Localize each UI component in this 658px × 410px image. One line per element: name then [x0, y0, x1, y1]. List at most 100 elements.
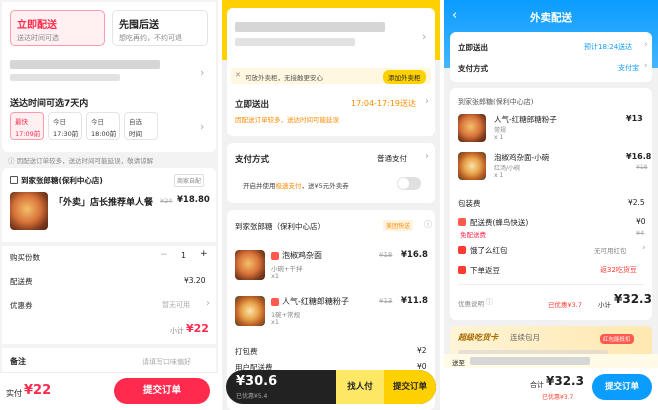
send-to-label: 送至	[452, 359, 465, 367]
chevron-right-icon[interactable]: ›	[200, 66, 204, 79]
remark-input[interactable]: 请填写口味偏好	[142, 357, 191, 367]
shop-icon	[10, 176, 18, 184]
qty-value[interactable]: 1	[181, 251, 186, 260]
pay-method-value[interactable]: 普通支付	[377, 153, 407, 164]
shop-name[interactable]: 到家张郎糖（保利中心店）	[235, 221, 325, 232]
find-pay-button[interactable]: 找人付	[336, 370, 384, 404]
address-blurred[interactable]	[10, 60, 160, 69]
time-slot-line1: 今日	[53, 118, 66, 126]
pack-fee-value: ¥2.5	[628, 198, 645, 207]
time-slot[interactable]: 今日 17:30前	[48, 112, 82, 140]
red-packet-chevron-icon[interactable]: ›	[642, 243, 646, 253]
item-image	[235, 296, 265, 326]
time-title: 送达时间可选7天内	[10, 99, 89, 109]
address-blurred-2	[235, 38, 355, 46]
item-old-price: ¥18	[636, 164, 648, 171]
item-qty: x 1	[494, 172, 504, 179]
item-name: 「外卖」店长推荐单人餐	[54, 198, 154, 208]
delay-notice: ⓘ 因配送订单较多，送达时间可能延误，敬请谅解	[8, 155, 153, 165]
chevron-right-icon[interactable]: ›	[422, 30, 426, 43]
time-slot-line2: 18:00前	[91, 130, 117, 138]
close-icon[interactable]: ✕	[235, 71, 241, 79]
question-icon[interactable]: ⓘ	[486, 297, 493, 307]
deliver-note: 因配送订单较多，送达时间可能延误	[235, 116, 339, 124]
qty-label: 购买份数	[10, 253, 40, 262]
checkout-bar: 实付 ¥22 提交订单	[0, 372, 218, 410]
submit-order-button[interactable]: 提交订单	[114, 378, 210, 404]
banner-sub: 连续包月	[510, 333, 540, 342]
option-immediate-sub: 送达时间可选	[17, 34, 59, 42]
subtotal-value: ¥32.3	[614, 292, 652, 306]
item-price: ¥18.80	[177, 195, 210, 205]
slots-chevron-icon[interactable]: ›	[200, 120, 204, 133]
fee-label: 配送费(蜂鸟快送)	[470, 218, 529, 227]
discount-label[interactable]: 优惠说明	[458, 298, 484, 308]
red-packet-value[interactable]: 无可用红包	[594, 245, 627, 255]
divider	[458, 284, 644, 285]
pack-fee-value: ¥2	[417, 346, 427, 355]
time-slot-line1: 今日	[91, 118, 104, 126]
return-value: 返32吃货豆	[600, 266, 637, 274]
quick-pay-text: 开启并使用极速支付，送¥5元外卖券	[243, 180, 349, 190]
shop-name[interactable]: 到家张郎糖(保利中心店)	[21, 175, 103, 186]
subtotal-label: 小计	[170, 327, 184, 335]
item-name: 人气-红糖郎糖粉子	[282, 297, 349, 306]
banner-badge: 红包能抵扣	[600, 334, 634, 344]
item-name: 泡椒鸡杂面-小碗	[494, 153, 550, 162]
info-icon: ⓘ	[8, 157, 15, 165]
item-price: ¥13	[626, 114, 643, 123]
pay-method-label: 支付方式	[235, 155, 270, 165]
time-slot[interactable]: 自选 时间	[124, 112, 158, 140]
shop-tag: 商家自配	[174, 174, 205, 187]
address-blurred[interactable]	[235, 22, 385, 32]
info-icon[interactable]: ⓘ	[424, 219, 432, 230]
item-image	[458, 152, 486, 180]
send-to-bar: 送至	[444, 354, 658, 368]
qty-minus-button[interactable]: −	[160, 250, 168, 260]
deliver-time[interactable]: 17:04-17:19送达	[351, 98, 416, 109]
panel-meituan: › ✕ 可放外卖柜，无接触更安心 添加外卖柜 立即送出 17:04-17:19送…	[222, 0, 440, 410]
pay-method-value[interactable]: 支付宝	[618, 63, 639, 73]
shop-name[interactable]: 到家张郎糖(保利中心店)	[458, 97, 533, 107]
divider	[2, 344, 216, 348]
deliver-time[interactable]: 预计18:24送达	[584, 42, 632, 52]
item-image	[10, 192, 48, 230]
fee-value: ¥0	[636, 217, 646, 226]
add-locker-button[interactable]: 添加外卖柜	[383, 70, 426, 84]
deliver-chevron-icon[interactable]: ›	[644, 40, 648, 50]
quick-pay-toggle[interactable]	[397, 177, 421, 190]
time-slot[interactable]: 今日 18:00前	[86, 112, 120, 140]
coupon-label: 优惠券	[10, 301, 33, 310]
quick-pay-highlight: 极速支付	[275, 182, 302, 190]
fee-value: ¥3.20	[184, 276, 206, 285]
coupon-value[interactable]: 暂无可用	[162, 300, 190, 310]
time-slot-line1: 自选	[129, 118, 142, 126]
pay-chevron-icon[interactable]: ›	[644, 61, 648, 71]
option-preorder[interactable]: 先囤后送 想吃再约，不约可退	[112, 10, 208, 46]
item-price: ¥16.8	[401, 250, 428, 260]
submit-order-button[interactable]: 提交订单	[384, 370, 436, 404]
delay-notice-text: 因配送订单较多，送达时间可能延误，敬请谅解	[16, 157, 154, 165]
coupon-chevron-icon[interactable]: ›	[206, 298, 210, 309]
time-slot[interactable]: 最快 17:09前	[10, 112, 44, 140]
item-spec: 常规	[494, 127, 507, 134]
address-blurred-2	[10, 74, 120, 81]
item-old-price: ¥13	[379, 297, 393, 305]
fee-sub: 免配送费	[460, 231, 486, 239]
send-to-address	[470, 357, 590, 365]
qty-plus-button[interactable]: +	[200, 249, 208, 259]
item-qty: x1	[271, 272, 279, 280]
option-preorder-sub: 想吃再约，不约可退	[119, 34, 182, 42]
submit-order-button[interactable]: 提交订单	[592, 374, 652, 400]
item-image	[235, 250, 265, 280]
deliver-chevron-icon[interactable]: ›	[425, 96, 429, 107]
item-old-price: ¥18	[379, 251, 393, 259]
address-card: › ✕ 可放外卖柜，无接触更安心 添加外卖柜 立即送出 17:04-17:19送…	[227, 8, 435, 136]
item-price: ¥16.8	[626, 152, 652, 161]
total-value: ¥32.3	[546, 374, 584, 388]
banner-title: 超级吃货卡	[458, 333, 498, 342]
remark-label: 备注	[10, 357, 26, 366]
option-immediate[interactable]: 立即配送 送达时间可选	[10, 10, 105, 46]
total-price: ¥30.6	[236, 374, 278, 389]
pay-method-chevron-icon[interactable]: ›	[425, 151, 429, 162]
